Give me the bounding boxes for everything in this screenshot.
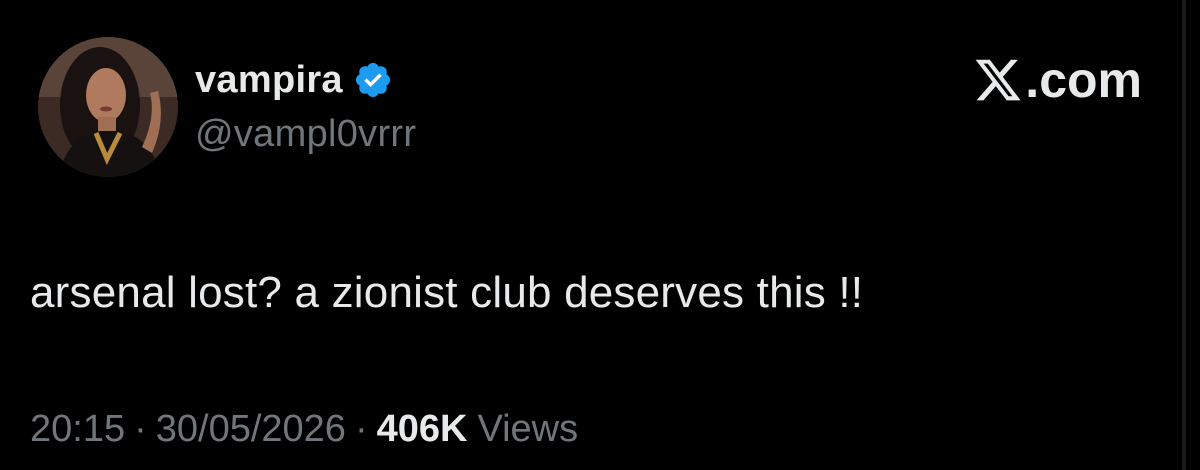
- tweet-meta: 20:15 · 30/05/2026 · 406K Views: [30, 408, 578, 451]
- brand-domain: .com: [1025, 52, 1142, 108]
- views-count[interactable]: 406K: [377, 408, 468, 451]
- x-brand: .com: [973, 52, 1142, 108]
- tweet-time[interactable]: 20:15: [30, 408, 125, 451]
- avatar[interactable]: [38, 37, 178, 177]
- author-handle[interactable]: @vampl0vrrr: [195, 113, 416, 156]
- verified-badge-icon: [353, 60, 393, 100]
- tweet-date[interactable]: 30/05/2026: [156, 408, 346, 451]
- meta-separator: ·: [354, 408, 368, 450]
- scroll-edge: [1182, 0, 1186, 470]
- views-label[interactable]: Views: [477, 408, 578, 451]
- tweet-card: vampira @vampl0vrrr .com arsenal lost? a…: [0, 0, 1200, 470]
- x-logo-icon: [973, 55, 1023, 105]
- meta-separator: ·: [134, 408, 147, 450]
- tweet-text: arsenal lost? a zionist club deserves th…: [30, 268, 864, 317]
- display-name[interactable]: vampira: [195, 59, 343, 102]
- author-name-row[interactable]: vampira: [195, 56, 393, 104]
- avatar-image: [38, 37, 178, 177]
